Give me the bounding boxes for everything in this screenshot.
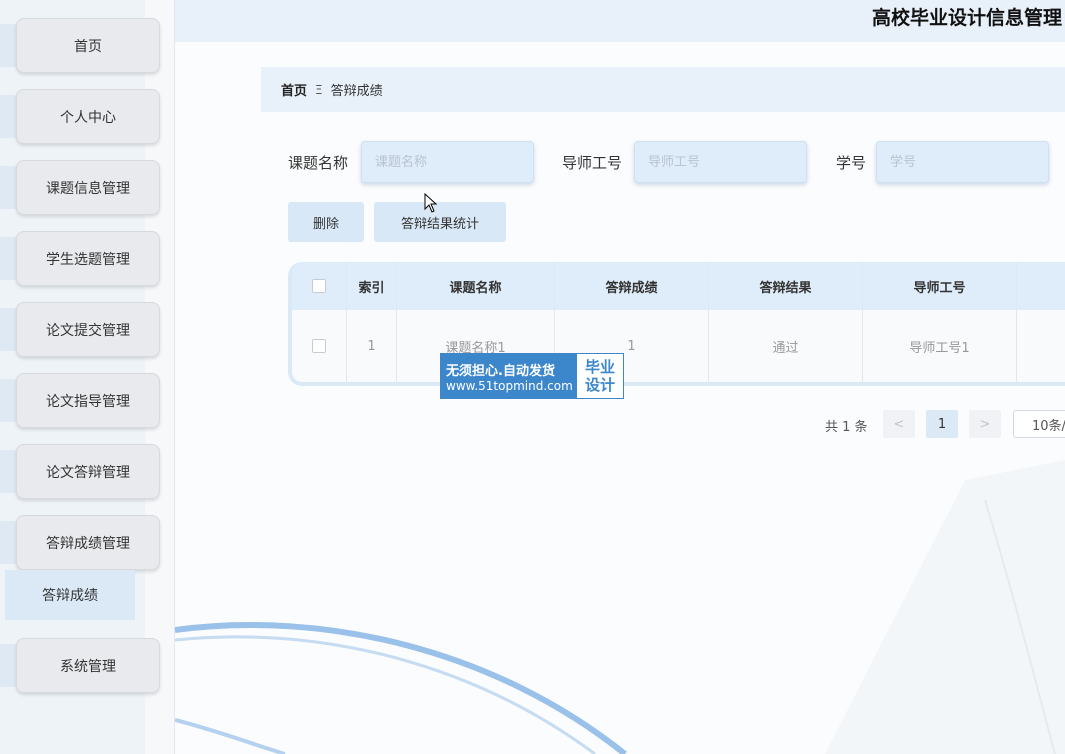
topic-name-label: 课题名称 bbox=[288, 154, 349, 172]
watermark-tag1: 毕业 bbox=[584, 358, 615, 376]
sidebar-item-label: 首页 bbox=[74, 38, 102, 55]
breadcrumb-separator-icon: Ξ bbox=[315, 82, 323, 97]
sidebar-item-label: 课题信息管理 bbox=[46, 180, 130, 197]
select-all-cell bbox=[292, 262, 347, 310]
sidebar-item-label: 学生选题管理 bbox=[46, 251, 130, 268]
column-header-index: 索引 bbox=[347, 262, 397, 310]
pagination-prev-button[interactable]: < bbox=[883, 410, 915, 438]
sidebar-item-system[interactable]: 系统管理 bbox=[16, 638, 160, 693]
column-header-result: 答辩结果 bbox=[709, 262, 863, 310]
student-id-label: 学号 bbox=[836, 154, 867, 172]
sidebar-item-label: 论文答辩管理 bbox=[46, 464, 130, 481]
sidebar-item-thesis-guide[interactable]: 论文指导管理 bbox=[16, 373, 160, 428]
column-header-score: 答辩成绩 bbox=[555, 262, 709, 310]
student-id-input[interactable] bbox=[876, 141, 1049, 183]
pagination-total: 共 1 条 bbox=[825, 420, 868, 435]
teacher-id-label: 导师工号 bbox=[562, 154, 623, 172]
topic-name-input[interactable] bbox=[361, 141, 534, 183]
breadcrumb-current: 答辩成绩 bbox=[330, 84, 383, 99]
sidebar: 首页 个人中心 课题信息管理 学生选题管理 论文提交管理 论文指导管理 论文答辩… bbox=[0, 0, 175, 754]
select-all-checkbox[interactable] bbox=[312, 279, 326, 293]
sidebar-item-defense[interactable]: 论文答辩管理 bbox=[16, 444, 160, 499]
column-header-teacher-id: 导师工号 bbox=[863, 262, 1017, 310]
defense-stats-button[interactable]: 答辩结果统计 bbox=[374, 202, 506, 242]
cell-result: 通过 bbox=[709, 310, 863, 382]
sidebar-item-label: 答辩成绩管理 bbox=[46, 535, 130, 552]
sidebar-item-label: 论文指导管理 bbox=[46, 393, 130, 410]
sidebar-item-topics[interactable]: 课题信息管理 bbox=[16, 160, 160, 215]
sidebar-item-label: 个人中心 bbox=[60, 109, 116, 126]
row-select-cell bbox=[292, 310, 347, 382]
sidebar-item-label: 系统管理 bbox=[60, 658, 116, 675]
watermark-badge: 无须担心.自动发货 www.51topmind.com 毕业 设计 bbox=[440, 353, 624, 399]
page-size-select[interactable]: 10条/页 bbox=[1013, 410, 1065, 438]
pagination-page-1[interactable]: 1 bbox=[926, 410, 958, 438]
watermark-tag: 毕业 设计 bbox=[577, 354, 623, 398]
data-table: 索引 课题名称 答辩成绩 答辩结果 导师工号 1 课题名称1 1 通过 导师工号… bbox=[288, 262, 1065, 386]
sidebar-item-home[interactable]: 首页 bbox=[16, 18, 160, 73]
watermark-line1: 无须担心.自动发货 bbox=[446, 363, 555, 379]
column-header-more bbox=[1017, 262, 1065, 310]
watermark-line2: www.51topmind.com bbox=[446, 378, 573, 393]
watermark-text: 无须担心.自动发货 www.51topmind.com bbox=[441, 354, 577, 398]
teacher-id-input[interactable] bbox=[634, 141, 807, 183]
delete-button[interactable]: 删除 bbox=[288, 202, 364, 242]
cell-teacher-id: 导师工号1 bbox=[863, 310, 1017, 382]
row-checkbox[interactable] bbox=[312, 339, 326, 353]
sidebar-subitem-defense-score[interactable]: 答辩成绩 bbox=[5, 570, 135, 620]
watermark-tag2: 设计 bbox=[584, 376, 615, 394]
sidebar-item-defense-score[interactable]: 答辩成绩管理 bbox=[16, 515, 160, 570]
sidebar-item-selection[interactable]: 学生选题管理 bbox=[16, 231, 160, 286]
mouse-cursor-icon bbox=[424, 193, 438, 213]
cell-index: 1 bbox=[347, 310, 397, 382]
app-title: 高校毕业设计信息管理 bbox=[872, 7, 1063, 29]
sidebar-item-label: 论文提交管理 bbox=[46, 322, 130, 339]
sidebar-item-thesis-submit[interactable]: 论文提交管理 bbox=[16, 302, 160, 357]
sidebar-subitem-label: 答辩成绩 bbox=[42, 588, 98, 604]
breadcrumb-home[interactable]: 首页 bbox=[281, 80, 307, 99]
sidebar-item-profile[interactable]: 个人中心 bbox=[16, 89, 160, 144]
pagination-next-button[interactable]: > bbox=[969, 410, 1001, 438]
breadcrumb: 首页 Ξ 答辩成绩 bbox=[261, 67, 1065, 112]
column-header-topic: 课题名称 bbox=[397, 262, 555, 310]
